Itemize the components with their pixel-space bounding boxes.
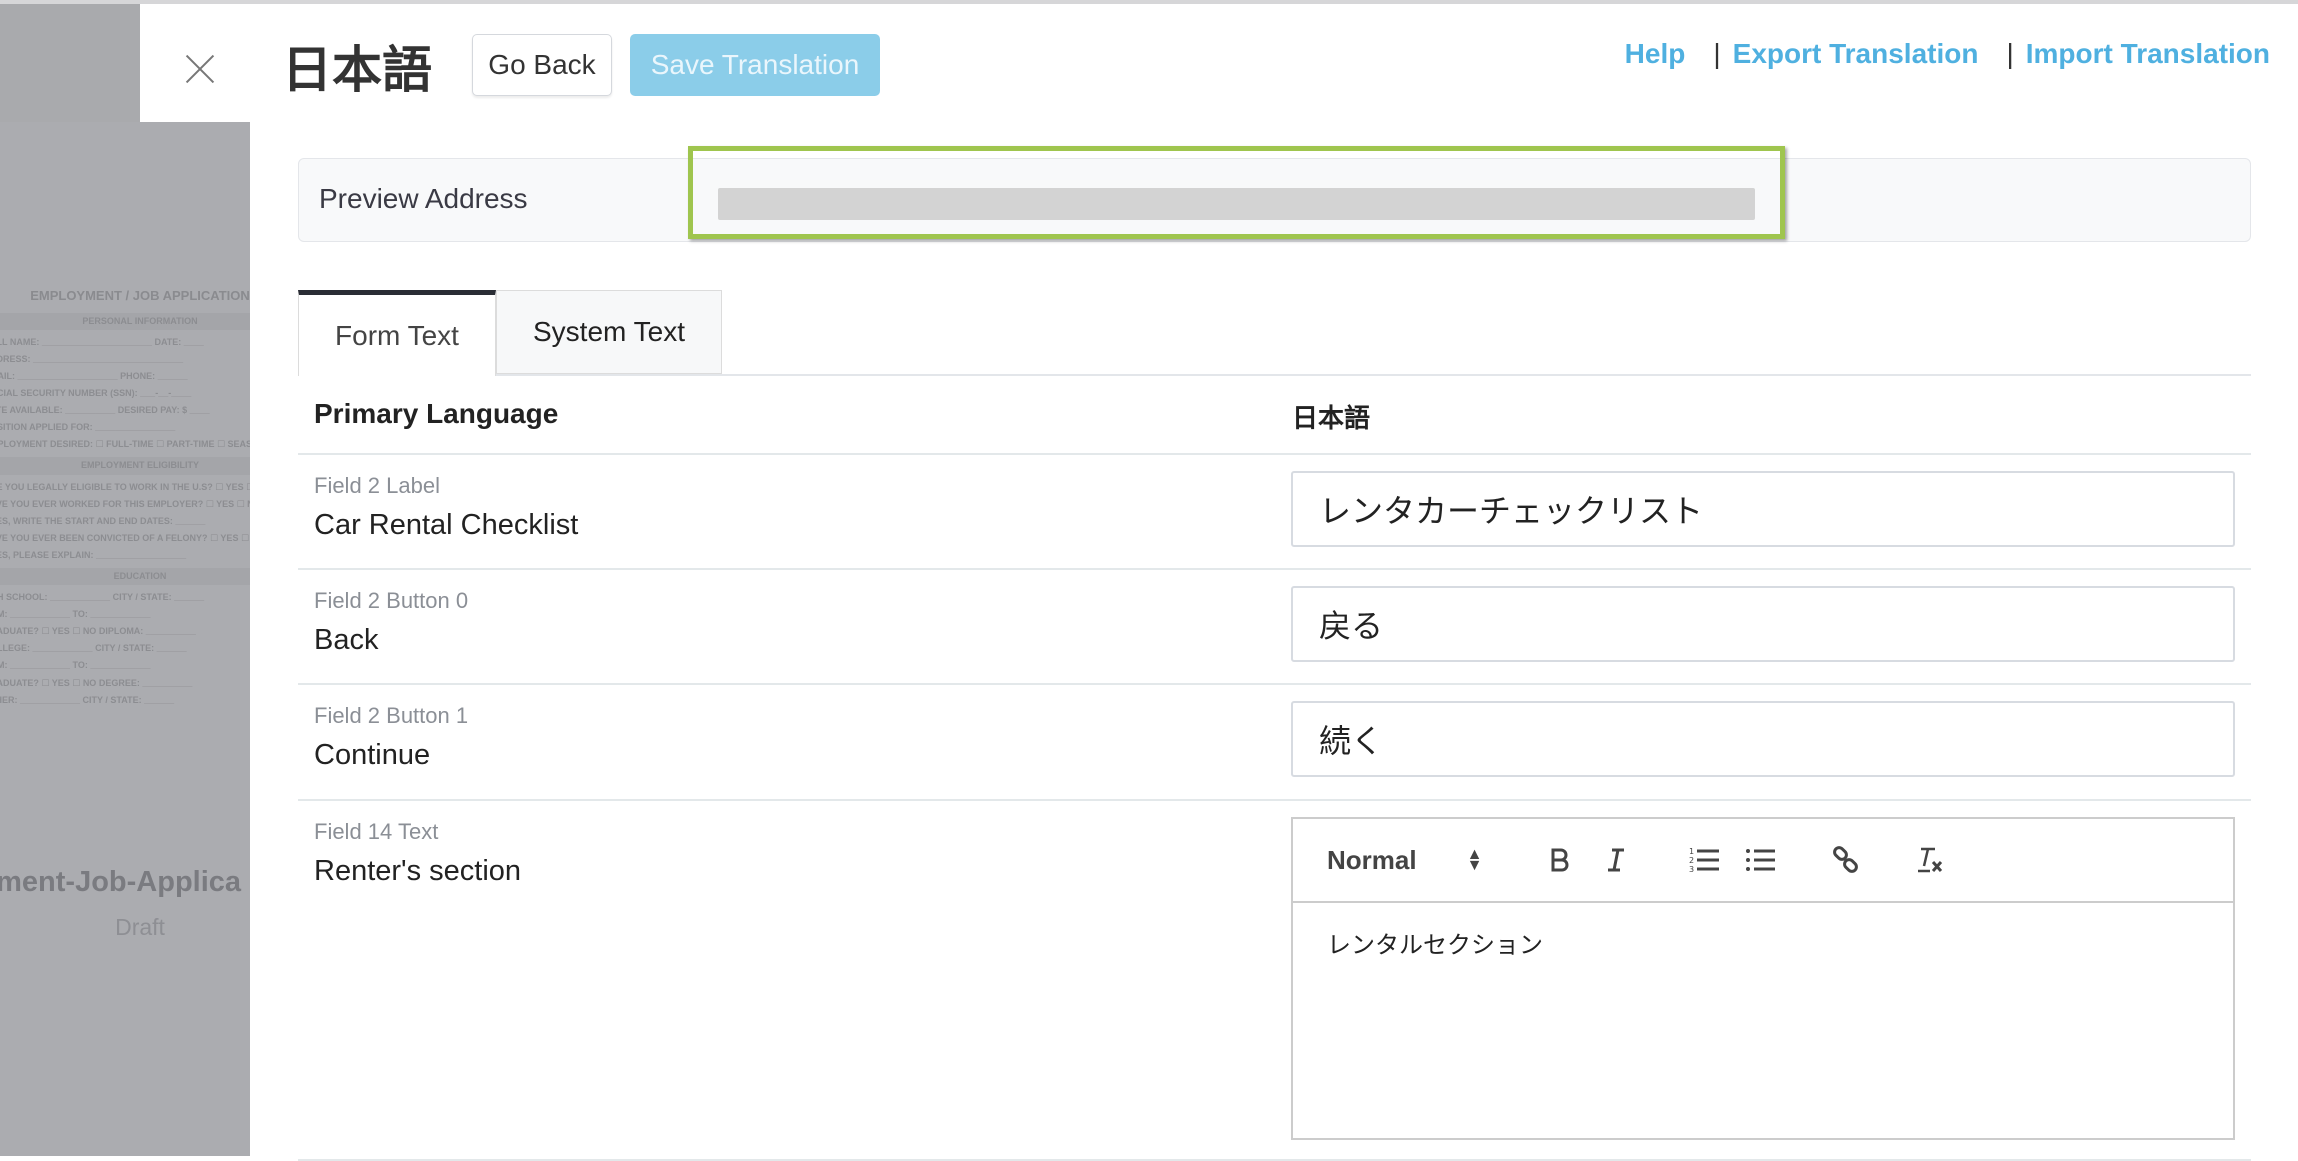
form-line: MPLOYMENT DESIRED: ☐ FULL-TIME ☐ PART-TI… xyxy=(0,439,250,450)
source-text: Continue xyxy=(314,739,431,771)
education-lines: GH SCHOOL: ____________ CITY / STATE: __… xyxy=(0,589,250,709)
format-select-value: Normal xyxy=(1327,844,1417,875)
background-form-preview: EMPLOYMENT / JOB APPLICATION PERSONAL IN… xyxy=(0,4,250,1156)
form-line: RADUATE? ☐ YES ☐ NO DEGREE: __________ xyxy=(0,677,193,688)
form-line: OM: ____________ TO: ____________ xyxy=(0,660,151,671)
form-line: OM: ____________ TO: ____________ xyxy=(0,609,151,620)
save-translation-button[interactable]: Save Translation xyxy=(630,34,880,96)
link-separator: | xyxy=(1713,38,1721,69)
field-key: Field 2 Button 0 xyxy=(314,588,469,613)
bold-icon[interactable] xyxy=(1547,819,1573,901)
italic-icon[interactable] xyxy=(1603,819,1629,901)
eligibility-lines: RE YOU LEGALLY ELIGIBLE TO WORK IN THE U… xyxy=(0,479,250,564)
go-back-button[interactable]: Go Back xyxy=(472,34,612,96)
form-line: OSITION APPLIED FOR: ________________ xyxy=(0,422,176,433)
form-line: ULL NAME: ______________________ DATE: _… xyxy=(0,336,204,347)
header-links: Help | Export Translation | Import Trans… xyxy=(1625,38,2270,70)
close-icon[interactable] xyxy=(180,48,220,88)
translation-input[interactable]: 続く xyxy=(1291,701,2235,777)
form-line: AVE YOU EVER WORKED FOR THIS EMPLOYER? ☐… xyxy=(0,498,250,509)
field-key: Field 2 Label xyxy=(314,473,440,498)
form-line: AVE YOU EVER BEEN CONVICTED OF A FELONY?… xyxy=(0,532,250,543)
form-line: GH SCHOOL: ____________ CITY / STATE: __… xyxy=(0,592,205,603)
rich-text-editor: Normal ▲ ▼ 123 レンタルセクション xyxy=(1291,817,2235,1140)
import-translation-link[interactable]: Import Translation xyxy=(2026,38,2270,70)
highlight-box xyxy=(688,146,1785,239)
editor-content[interactable]: レンタルセクション xyxy=(1293,903,2233,982)
translation-input[interactable]: 戻る xyxy=(1291,586,2235,662)
tab-system-text[interactable]: System Text xyxy=(496,290,722,374)
svg-text:1: 1 xyxy=(1689,847,1694,856)
translation-table: Primary Language 日本語 Field 2 Label Car R… xyxy=(298,374,2251,1161)
bullet-list-icon[interactable] xyxy=(1745,819,1777,901)
form-line: YES, PLEASE EXPLAIN: __________________ xyxy=(0,549,187,560)
background-overlay-top xyxy=(0,4,140,122)
field-key: Field 2 Button 1 xyxy=(314,703,469,728)
link-separator: | xyxy=(2006,38,2014,69)
form-line: DDRESS: ______________________________ xyxy=(0,353,184,364)
page-title: 日本語 xyxy=(282,41,432,99)
svg-text:2: 2 xyxy=(1689,856,1694,865)
form-thumbnail: EMPLOYMENT / JOB APPLICATION PERSONAL IN… xyxy=(0,284,250,709)
form-line: RE YOU LEGALLY ELIGIBLE TO WORK IN THE U… xyxy=(0,481,250,492)
source-text: Renter's section xyxy=(314,855,522,887)
help-link[interactable]: Help xyxy=(1625,38,1686,70)
form-thumbnail-heading: EMPLOYMENT / JOB APPLICATION xyxy=(30,288,250,303)
format-select[interactable]: Normal ▲ ▼ xyxy=(1327,819,1482,901)
column-primary-language: Primary Language xyxy=(314,398,559,429)
clear-format-icon[interactable] xyxy=(1915,819,1945,901)
form-line: ATE AVAILABLE: __________ DESIRED PAY: $… xyxy=(0,405,210,416)
preview-address-label: Preview Address xyxy=(319,183,528,214)
select-arrows-icon: ▲ ▼ xyxy=(1466,845,1483,874)
source-text: Back xyxy=(314,624,379,656)
svg-text:3: 3 xyxy=(1689,865,1694,874)
source-text: Car Rental Checklist xyxy=(314,509,579,541)
form-section-heading: PERSONAL INFORMATION xyxy=(0,312,250,330)
personal-lines: ULL NAME: ______________________ DATE: _… xyxy=(0,334,250,454)
form-line: OCIAL SECURITY NUMBER (SSN): ___-__-____ xyxy=(0,388,192,399)
form-name: yment-Job-Applica xyxy=(0,866,242,898)
tab-form-text[interactable]: Form Text xyxy=(298,290,496,376)
form-section-heading: EDUCATION xyxy=(0,568,250,586)
form-section-heading: EMPLOYMENT ELIGIBILITY xyxy=(0,457,250,475)
form-status: Draft xyxy=(115,914,165,940)
editor-toolbar: Normal ▲ ▼ 123 xyxy=(1293,819,2233,903)
table-row: Field 14 Text Renter's section Normal ▲ ▼… xyxy=(298,801,2251,1161)
form-line: THER: ____________ CITY / STATE: ______ xyxy=(0,694,175,705)
column-target-language: 日本語 xyxy=(1292,404,1371,434)
form-line: MAIL: ____________________ PHONE: ______ xyxy=(0,370,188,381)
form-line: RADUATE? ☐ YES ☐ NO DIPLOMA: __________ xyxy=(0,626,196,637)
tab-bar: Form Text System Text xyxy=(298,290,2251,376)
form-line: OLLEGE: ____________ CITY / STATE: _____… xyxy=(0,643,187,654)
form-line: YES, WRITE THE START AND END DATES: ____… xyxy=(0,515,206,526)
table-row: Field 2 Button 1 Continue 続く xyxy=(298,685,2251,801)
field-key: Field 14 Text xyxy=(314,819,439,844)
link-icon[interactable] xyxy=(1831,819,1861,901)
translation-input[interactable]: レンタカーチェックリスト xyxy=(1291,471,2235,547)
export-translation-link[interactable]: Export Translation xyxy=(1733,38,1979,70)
table-row: Field 2 Button 0 Back 戻る xyxy=(298,570,2251,685)
ordered-list-icon[interactable]: 123 xyxy=(1689,819,1721,901)
table-header: Primary Language 日本語 xyxy=(298,374,2251,455)
table-row: Field 2 Label Car Rental Checklist レンタカー… xyxy=(298,455,2251,570)
